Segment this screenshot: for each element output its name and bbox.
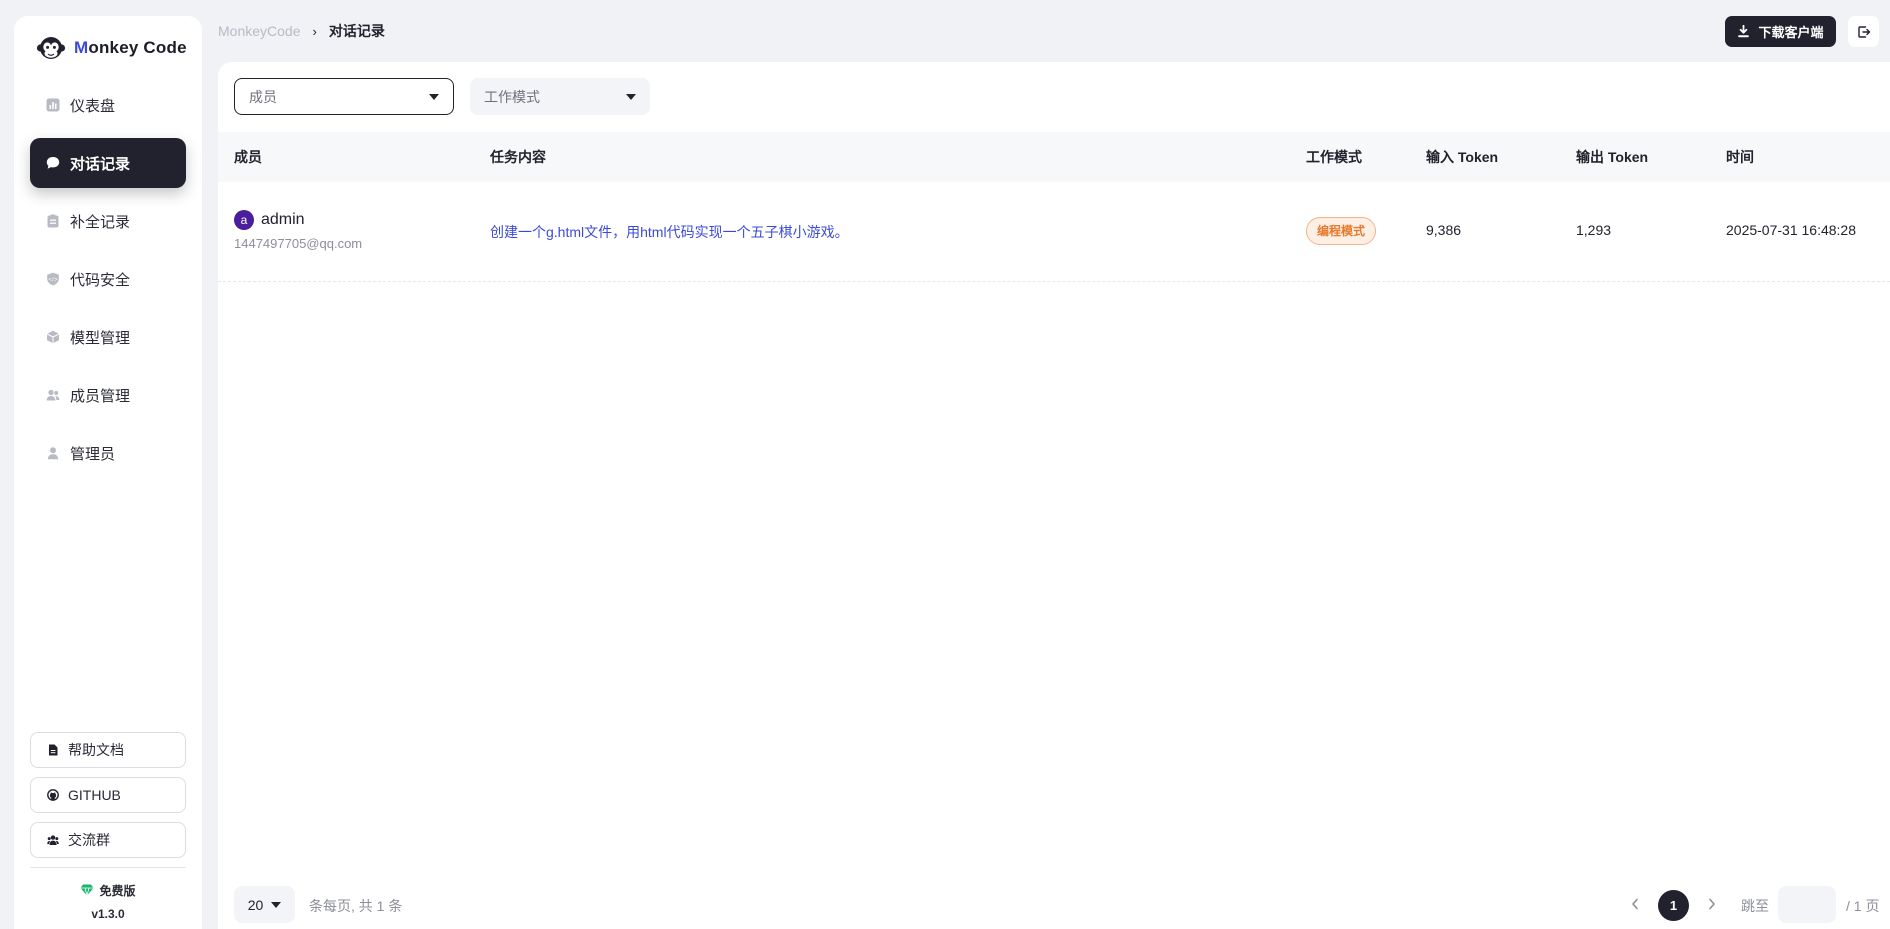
help-docs-button[interactable]: 帮助文档 xyxy=(30,731,186,768)
group-icon xyxy=(47,834,59,846)
work-mode-filter-placeholder: 工作模式 xyxy=(484,88,540,105)
sidebar-bottom: 帮助文档 GITHUB 交流群 免费版 v1.3.0 xyxy=(14,731,202,929)
jump-to-label: 跳至 xyxy=(1741,898,1769,914)
member-filter-placeholder: 成员 xyxy=(249,88,277,105)
users-icon xyxy=(46,388,60,402)
plan-badge: 免费版 xyxy=(80,882,136,899)
work-mode-cell: 编程模式 xyxy=(1306,217,1377,245)
sidebar-item-chat-records[interactable]: 对话记录 xyxy=(30,138,186,188)
plan-info: 免费版 v1.3.0 xyxy=(30,882,186,921)
diamond-icon xyxy=(80,884,94,896)
page-number-current[interactable]: 1 xyxy=(1658,890,1689,921)
page-size-select[interactable]: 20 xyxy=(234,886,295,923)
member-email: 1447497705@qq.com xyxy=(234,236,363,251)
breadcrumb-separator: › xyxy=(312,23,317,39)
chevron-left-icon xyxy=(1632,898,1638,910)
caret-down-icon xyxy=(429,93,439,100)
caret-down-icon xyxy=(626,93,636,100)
svg-text:</>: </> xyxy=(48,277,58,283)
sidebar-item-label: 模型管理 xyxy=(70,329,131,347)
column-header-task: 任务内容 xyxy=(490,149,546,165)
download-icon xyxy=(1738,25,1750,38)
breadcrumb-current: 对话记录 xyxy=(328,23,385,39)
column-header-mode: 工作模式 xyxy=(1306,149,1362,165)
sidebar-item-code-security[interactable]: </> 代码安全 xyxy=(30,254,186,304)
time-value: 2025-07-31 16:48:28 xyxy=(1726,222,1856,238)
chat-bubble-icon xyxy=(46,156,60,170)
plan-label: 免费版 xyxy=(99,883,136,898)
sidebar-item-label: 补全记录 xyxy=(70,213,131,231)
chevron-right-icon xyxy=(1709,898,1715,910)
document-icon xyxy=(47,744,59,756)
column-header-member: 成员 xyxy=(234,149,262,165)
member-name: admin xyxy=(261,211,305,228)
output-token-value: 1,293 xyxy=(1576,222,1612,238)
monkey-logo-icon xyxy=(36,37,66,59)
sidebar-item-completion-records[interactable]: 补全记录 xyxy=(30,196,186,246)
column-header-input-token: 输入 Token xyxy=(1426,149,1499,165)
github-button[interactable]: GITHUB xyxy=(30,776,186,813)
app-version: v1.3.0 xyxy=(91,907,125,921)
community-group-button[interactable]: 交流群 xyxy=(30,821,186,858)
app-title: Monkey Code xyxy=(74,38,187,57)
sidebar-item-label: 对话记录 xyxy=(70,155,131,173)
table-header: 成员 任务内容 工作模式 输入 Token 输出 Token 时间 xyxy=(218,132,1890,182)
download-client-button[interactable]: 下载客户端 xyxy=(1725,16,1836,47)
main-panel: 成员 工作模式 成员 任务内容 工作模式 输入 Token 输出 Token 时… xyxy=(218,62,1890,929)
total-pages: / 1 页 xyxy=(1846,898,1880,914)
clipboard-icon xyxy=(46,214,60,228)
sidebar-item-dashboard[interactable]: 仪表盘 xyxy=(30,80,186,130)
prev-page-button[interactable] xyxy=(1628,896,1642,912)
member-filter-select[interactable]: 成员 xyxy=(234,78,454,115)
sidebar-item-member-management[interactable]: 成员管理 xyxy=(30,370,186,420)
sidebar: Monkey Code 仪表盘 对话记录 补全记录 </> 代码安全 模型管理 … xyxy=(14,16,202,929)
sidebar-item-label: 代码安全 xyxy=(70,271,131,289)
community-group-label: 交流群 xyxy=(68,831,110,848)
caret-down-icon xyxy=(271,901,282,908)
sidebar-item-administrators[interactable]: 管理员 xyxy=(30,428,186,478)
breadcrumb: MonkeyCode › 对话记录 xyxy=(218,20,385,42)
sidebar-item-label: 仪表盘 xyxy=(70,97,116,115)
logout-button[interactable] xyxy=(1848,16,1879,47)
member-cell: a admin 1447497705@qq.com xyxy=(234,210,362,251)
user-icon xyxy=(46,446,60,460)
input-token-value: 9,386 xyxy=(1426,222,1462,238)
table-row[interactable]: a admin 1447497705@qq.com 创建一个g.html文件，用… xyxy=(218,182,1890,282)
chart-icon xyxy=(46,98,60,112)
work-mode-filter-select[interactable]: 工作模式 xyxy=(470,78,650,115)
work-mode-tag: 编程模式 xyxy=(1306,217,1377,245)
help-docs-label: 帮助文档 xyxy=(68,741,124,758)
logout-icon xyxy=(1857,25,1870,38)
app-logo[interactable]: Monkey Code xyxy=(14,16,202,80)
sidebar-divider xyxy=(30,866,186,868)
github-label: GITHUB xyxy=(68,786,121,803)
avatar: a xyxy=(234,210,254,230)
shield-icon: </> xyxy=(46,272,60,286)
breadcrumb-root[interactable]: MonkeyCode xyxy=(218,23,301,39)
member-line: a admin xyxy=(234,210,362,230)
sidebar-nav: 仪表盘 对话记录 补全记录 </> 代码安全 模型管理 成员管理 管理员 xyxy=(14,80,202,486)
sidebar-item-label: 成员管理 xyxy=(70,387,131,405)
jump-to-page-input[interactable] xyxy=(1778,886,1836,923)
next-page-button[interactable] xyxy=(1705,896,1719,912)
column-header-output-token: 输出 Token xyxy=(1576,149,1649,165)
github-icon xyxy=(47,788,59,801)
task-content-link[interactable]: 创建一个g.html文件，用html代码实现一个五子棋小游戏。 xyxy=(490,222,849,242)
download-client-label: 下载客户端 xyxy=(1758,25,1824,40)
page-size-value: 20 xyxy=(247,896,264,913)
column-header-time: 时间 xyxy=(1726,149,1754,165)
sidebar-item-model-management[interactable]: 模型管理 xyxy=(30,312,186,362)
cube-icon xyxy=(46,330,60,344)
pagination-info: 条每页, 共 1 条 xyxy=(309,898,403,914)
sidebar-item-label: 管理员 xyxy=(70,445,116,463)
